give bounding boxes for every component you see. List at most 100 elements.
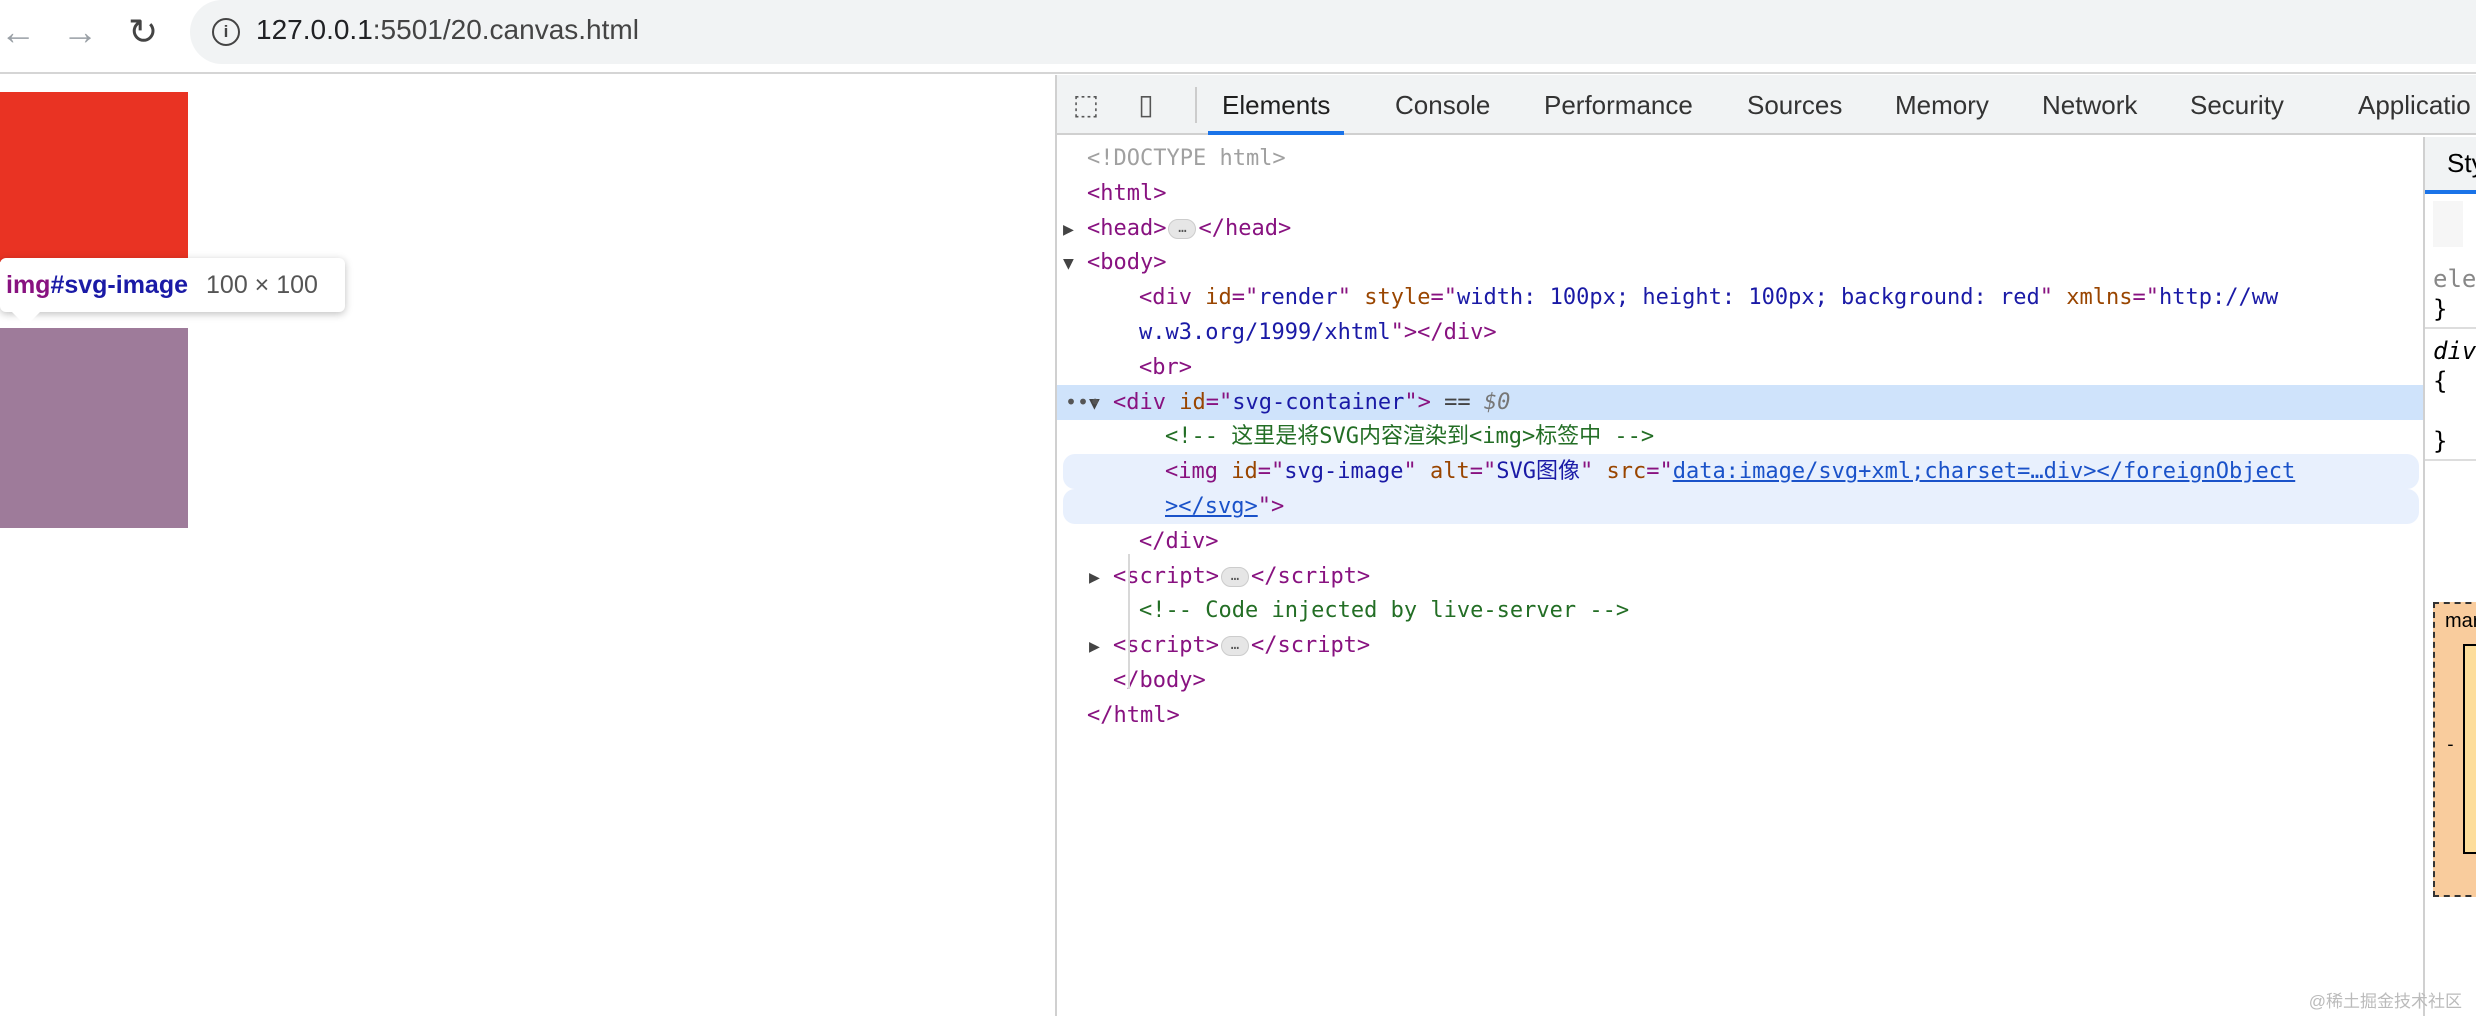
src-link[interactable]: data:image/svg+xml;charset=…div></foreig… xyxy=(1673,459,2296,484)
divider xyxy=(2425,459,2476,461)
reload-icon[interactable]: ↻ xyxy=(128,14,158,50)
tab-security[interactable]: Security xyxy=(2190,75,2284,135)
ellipsis-button[interactable]: … xyxy=(1220,566,1249,587)
more-options-icon[interactable]: ••• xyxy=(1065,385,1101,420)
tab-styles[interactable]: Sty xyxy=(2425,137,2476,194)
tab-console[interactable]: Console xyxy=(1395,75,1490,135)
box-model-border xyxy=(2463,644,2476,854)
dom-node[interactable]: </div> xyxy=(1057,524,2423,559)
svg-image-highlighted[interactable] xyxy=(0,328,188,528)
filter-input[interactable] xyxy=(2433,201,2463,247)
browser-toolbar: ← → ↻ i 127.0.0.1:5501/20.canvas.html ⇧ xyxy=(0,0,2476,74)
devtools-tabbar: ⬚ ▯ Elements Console Performance Sources Mem… xyxy=(1057,75,2476,135)
code-token: =" xyxy=(1469,459,1497,485)
code-token: <html> xyxy=(1087,180,1167,206)
code-token: id xyxy=(1205,285,1232,311)
code-token: <br> xyxy=(1139,354,1192,380)
code-token: "> xyxy=(1257,494,1285,519)
code-token: id xyxy=(1231,459,1258,485)
tab-applicatio[interactable]: Applicatio xyxy=(2358,75,2471,135)
code-token: <img xyxy=(1165,459,1232,485)
code-token: =" xyxy=(2132,285,2159,311)
address-bar[interactable]: i 127.0.0.1:5501/20.canvas.html ⇧ xyxy=(190,0,2476,64)
tab-memory[interactable]: Memory xyxy=(1895,75,1989,135)
code-token: "></div> xyxy=(1390,320,1497,345)
ellipsis-button[interactable]: … xyxy=(1220,636,1249,657)
url-text[interactable]: 127.0.0.1:5501/20.canvas.html xyxy=(256,14,639,46)
inspect-element-icon[interactable]: ⬚ xyxy=(1069,89,1103,121)
code-token: "> xyxy=(1404,389,1431,415)
code-token: <body> xyxy=(1087,250,1167,276)
code-token: </div> xyxy=(1139,528,1219,554)
dom-tree: <!DOCTYPE html> <html> ▶ <head>… </head> ▼ <bo… xyxy=(1057,137,2423,1016)
dom-node[interactable]: </body> xyxy=(1057,663,2423,698)
dom-node[interactable]: ▶ <script>… </script> xyxy=(1057,559,2423,594)
collapsed-triangle-icon[interactable]: ▶ xyxy=(1089,560,1113,595)
style-rule-text: ele xyxy=(2433,265,2476,293)
divider xyxy=(2425,327,2476,329)
code-token: svg-container xyxy=(1232,389,1405,415)
tab-performance[interactable]: Performance xyxy=(1544,75,1693,135)
code-token: =" xyxy=(1257,459,1285,485)
code-token: <div xyxy=(1139,285,1206,311)
code-token: == xyxy=(1430,389,1484,415)
code-token: " xyxy=(1403,459,1430,485)
code-token: id xyxy=(1179,389,1206,415)
code-token: =" xyxy=(1205,389,1233,415)
code-token: <!-- 这里是将SVG内容渲染到<img>标签中 --> xyxy=(1165,424,1655,450)
dom-node[interactable]: <!-- Code injected by live-server --> xyxy=(1057,593,2423,628)
info-icon[interactable]: i xyxy=(212,18,240,46)
style-rule-text: } xyxy=(2433,295,2448,323)
code-token: <div xyxy=(1113,389,1180,415)
code-token: style xyxy=(1364,285,1431,311)
dom-node[interactable]: <html> xyxy=(1057,176,2423,211)
code-token: w.w3.org/1999/xhtml xyxy=(1139,320,1391,345)
dom-node[interactable]: <!-- 这里是将SVG内容渲染到<img>标签中 --> xyxy=(1057,419,2423,454)
indent-guide xyxy=(1128,554,1130,689)
dom-node[interactable]: </html> xyxy=(1057,698,2423,733)
code-token: =" xyxy=(1646,459,1673,485)
style-rule-text: { xyxy=(2433,367,2448,395)
dom-node[interactable]: <img id="svg-image" alt="SVG图像" src="dat… xyxy=(1063,454,2419,490)
code-token: http://ww xyxy=(2158,285,2279,311)
code-token: " xyxy=(1337,285,1365,311)
tab-network[interactable]: Network xyxy=(2042,75,2137,135)
arrow-left-icon[interactable]: ← xyxy=(0,14,36,50)
dom-node[interactable]: ▶ <head>… </head> xyxy=(1057,211,2423,246)
styles-pane: Sty ele } div { } mar - xyxy=(2423,137,2476,1016)
expanded-triangle-icon[interactable]: ▼ xyxy=(1063,246,1087,281)
collapsed-triangle-icon[interactable]: ▶ xyxy=(1089,629,1113,664)
code-token: " xyxy=(2039,285,2067,311)
arrow-right-icon[interactable]: → xyxy=(62,14,98,50)
code-token: " xyxy=(1579,459,1607,485)
dom-node[interactable]: <div id="render" style="width: 100px; he… xyxy=(1057,280,2423,315)
dom-node-selected[interactable]: ••• ▼ <div id="svg-container"> == $0 xyxy=(1057,384,2423,420)
src-link[interactable]: ></svg> xyxy=(1165,494,1258,519)
code-token: </script> xyxy=(1250,633,1371,659)
dom-node[interactable]: ▶ <script>… </script> xyxy=(1057,628,2423,663)
code-token: src xyxy=(1606,459,1647,485)
tab-elements[interactable]: Elements xyxy=(1208,75,1345,135)
render-div xyxy=(0,92,188,262)
code-token: </html> xyxy=(1087,702,1180,728)
device-toolbar-icon[interactable]: ▯ xyxy=(1129,89,1163,121)
code-token: $0 xyxy=(1483,389,1511,415)
dom-node[interactable]: <br> xyxy=(1057,350,2423,385)
dom-node[interactable]: <!DOCTYPE html> xyxy=(1057,141,2423,176)
box-model: mar - xyxy=(2433,602,2476,897)
dom-node[interactable]: w.w3.org/1999/xhtml"></div> xyxy=(1057,315,2423,350)
code-token: alt xyxy=(1429,459,1470,485)
code-token: width: 100px; height: 100px; background:… xyxy=(1456,285,2040,311)
tab-sources[interactable]: Sources xyxy=(1747,75,1842,135)
style-rule-text: div xyxy=(2433,337,2476,365)
devtools-panel: ⬚ ▯ Elements Console Performance Sources Mem… xyxy=(1055,75,2476,1016)
code-token: svg-image xyxy=(1284,459,1404,485)
page-viewport: img#svg-image 100 × 100 xyxy=(0,75,1055,1016)
dom-node[interactable]: ></svg>"> xyxy=(1063,489,2419,524)
collapsed-triangle-icon[interactable]: ▶ xyxy=(1063,212,1087,247)
code-token: xmlns xyxy=(2066,285,2133,311)
style-rule-text: } xyxy=(2433,427,2448,455)
dom-node[interactable]: ▼ <body> xyxy=(1057,245,2423,280)
watermark: @稀土掘金技术社区 xyxy=(2308,992,2462,1011)
ellipsis-button[interactable]: … xyxy=(1168,218,1197,239)
